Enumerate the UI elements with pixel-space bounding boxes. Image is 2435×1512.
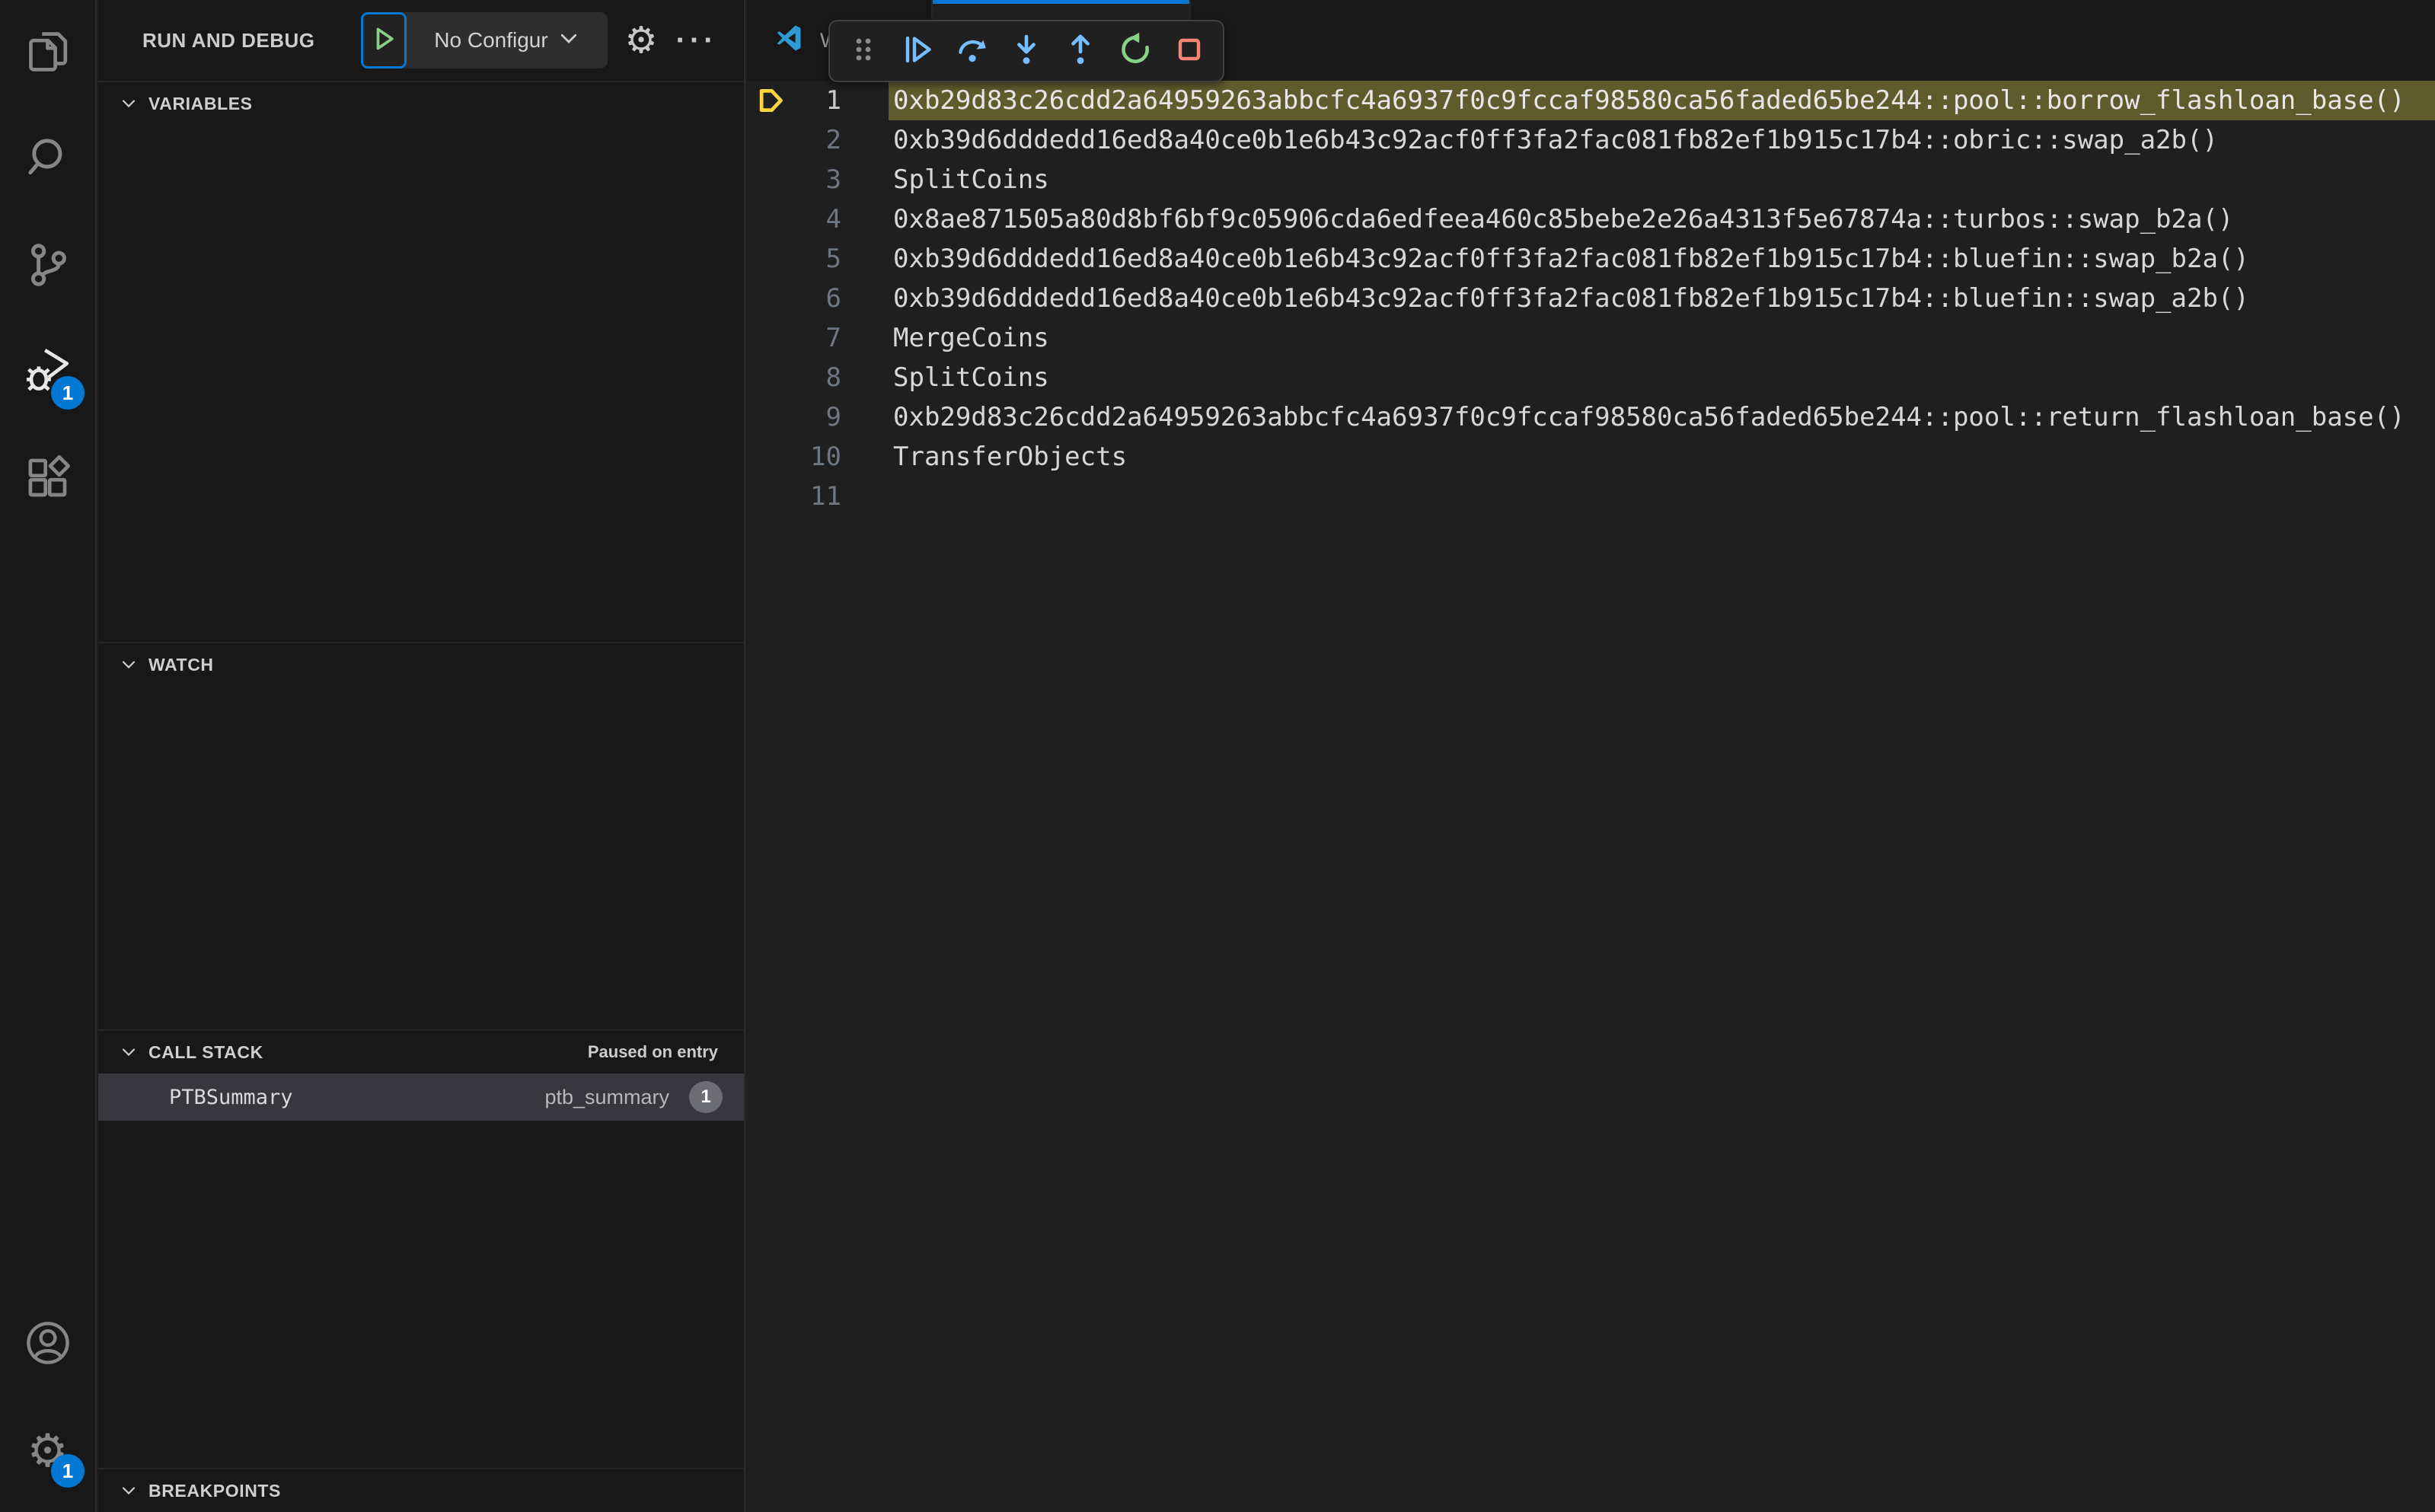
gripper-icon (845, 31, 882, 72)
line-number: 8 (825, 362, 841, 393)
chevron-down-icon (557, 27, 580, 55)
vscode-logo-icon (773, 22, 805, 59)
search-icon (23, 133, 73, 187)
activity-item-explorer[interactable] (0, 0, 95, 107)
activity-item-accounts[interactable] (0, 1291, 95, 1398)
line-number: 10 (810, 442, 841, 472)
debug-config-control: No Configur (361, 12, 608, 69)
code-line-9[interactable]: 9 0xb29d83c26cdd2a64959263abbcfc4a6937f0c… (747, 397, 2435, 437)
restart-icon (1117, 31, 1154, 72)
launch-settings-button[interactable]: ⚙ (622, 0, 660, 81)
activity-item-run-and-debug[interactable]: 1 (0, 320, 95, 426)
line-number: 11 (810, 481, 841, 512)
ellipsis-icon: ··· (675, 23, 718, 57)
code-text[interactable]: 0xb29d83c26cdd2a64959263abbcfc4a6937f0c9… (889, 81, 2435, 120)
step-over-icon (954, 31, 991, 72)
step-into-button[interactable] (1002, 27, 1051, 75)
line-number: 3 (825, 164, 841, 195)
chevron-down-icon (118, 93, 139, 114)
code-editor[interactable]: 1 0xb29d83c26cdd2a64959263abbcfc4a6937f0c… (747, 81, 2435, 1512)
activity-bar-top: 1 (0, 0, 95, 533)
code-text[interactable]: 0xb29d83c26cdd2a64959263abbcfc4a6937f0c9… (889, 397, 2435, 437)
toolbar-drag-handle[interactable] (839, 27, 888, 75)
continue-icon (899, 31, 936, 72)
code-text[interactable]: SplitCoins (889, 160, 2435, 199)
code-line-10[interactable]: 10 TransferObjects (747, 437, 2435, 477)
step-out-button[interactable] (1056, 27, 1105, 75)
config-dropdown[interactable]: No Configur (407, 12, 608, 69)
activity-item-settings[interactable]: ⚙ 1 (0, 1398, 95, 1504)
line-number: 6 (825, 283, 841, 314)
play-icon (369, 24, 399, 58)
line-number: 2 (825, 125, 841, 155)
restart-button[interactable] (1111, 27, 1160, 75)
chevron-down-icon (118, 1041, 139, 1063)
code-text[interactable]: 0xb39d6dddedd16ed8a40ce0b1e6b43c92acf0ff… (889, 279, 2435, 318)
account-icon (23, 1318, 73, 1372)
activity-bar: 1 ⚙ 1 (0, 0, 97, 1512)
chevron-down-icon (118, 1480, 139, 1501)
line-number: 9 (825, 402, 841, 432)
run-and-debug-sidebar: RUN AND DEBUG No Configur ⚙ ··· VARIABLE… (98, 0, 745, 1512)
section-watch[interactable]: WATCH (98, 642, 744, 686)
section-call-stack[interactable]: CALL STACK Paused on entry (98, 1029, 744, 1073)
activity-bar-bottom: ⚙ 1 (0, 1291, 95, 1512)
code-line-7[interactable]: 7 MergeCoins (747, 318, 2435, 358)
code-line-8[interactable]: 8 SplitCoins (747, 358, 2435, 397)
activity-item-extensions[interactable] (0, 426, 95, 533)
line-number: 1 (825, 85, 841, 116)
more-actions-button[interactable]: ··· (675, 0, 718, 81)
step-out-icon (1062, 31, 1099, 72)
watch-label: WATCH (148, 654, 214, 675)
code-text[interactable]: 0xb39d6dddedd16ed8a40ce0b1e6b43c92acf0ff… (889, 120, 2435, 160)
stop-button[interactable] (1165, 27, 1214, 75)
stack-frame-row[interactable]: PTBSummary ptb_summary 1 (98, 1073, 744, 1121)
frame-source: ptb_summary (544, 1085, 669, 1108)
line-number: 4 (825, 204, 841, 234)
config-dropdown-label: No Configur (434, 28, 548, 52)
breakpoints-label: BREAKPOINTS (148, 1480, 282, 1501)
line-number: 7 (825, 323, 841, 353)
step-into-icon (1008, 31, 1045, 72)
step-over-button[interactable] (948, 27, 997, 75)
call-stack-status: Paused on entry (587, 1042, 718, 1061)
code-text[interactable]: 0xb39d6dddedd16ed8a40ce0b1e6b43c92acf0ff… (889, 239, 2435, 279)
sidebar-title: RUN AND DEBUG (142, 28, 315, 52)
code-text[interactable]: TransferObjects (889, 437, 2435, 477)
frame-name: PTBSummary (169, 1085, 293, 1109)
code-line-3[interactable]: 3 SplitCoins (747, 160, 2435, 199)
sidebar-header: RUN AND DEBUG No Configur ⚙ ··· (98, 0, 744, 81)
editor-group: Welcome ptb_summary × 10xb29d83c26cdd2a6… (747, 0, 2435, 1512)
line-number: 5 (825, 244, 841, 274)
section-variables[interactable]: VARIABLES (98, 81, 744, 125)
frame-badge: 1 (689, 1081, 723, 1113)
extensions-icon (23, 453, 73, 507)
vscode-window: 1 ⚙ 1 RUN AND DEBUG No Configur ⚙ ··· VA… (0, 0, 2435, 1512)
activity-item-source-control[interactable] (0, 213, 95, 320)
code-line-1[interactable]: 1 0xb29d83c26cdd2a64959263abbcfc4a6937f0c… (747, 81, 2435, 120)
gear-icon: ⚙ (624, 19, 658, 62)
debug-toolbar (828, 20, 1224, 82)
activity-item-search[interactable] (0, 107, 95, 213)
variables-label: VARIABLES (148, 93, 253, 113)
debug-badge: 1 (51, 376, 85, 410)
settings-badge: 1 (51, 1454, 85, 1488)
explorer-icon (23, 27, 73, 81)
source-control-icon (23, 240, 73, 294)
start-debugging-button[interactable] (361, 12, 407, 69)
code-line-5[interactable]: 5 0xb39d6dddedd16ed8a40ce0b1e6b43c92acf0f… (747, 239, 2435, 279)
continue-button[interactable] (893, 27, 942, 75)
code-text[interactable]: 0x8ae871505a80d8bf6bf9c05906cda6edfeea46… (889, 199, 2435, 239)
code-text[interactable]: SplitCoins (889, 358, 2435, 397)
code-text[interactable]: MergeCoins (889, 318, 2435, 358)
code-line-6[interactable]: 6 0xb39d6dddedd16ed8a40ce0b1e6b43c92acf0f… (747, 279, 2435, 318)
section-breakpoints[interactable]: BREAKPOINTS (98, 1468, 744, 1512)
chevron-down-icon (118, 654, 139, 675)
code-line-4[interactable]: 4 0x8ae871505a80d8bf6bf9c05906cda6edfeea4… (747, 199, 2435, 239)
code-line-2[interactable]: 2 0xb39d6dddedd16ed8a40ce0b1e6b43c92acf0f… (747, 120, 2435, 160)
current-stack-frame-icon (747, 85, 794, 116)
call-stack-label: CALL STACK (148, 1041, 263, 1062)
stop-icon (1171, 31, 1208, 72)
code-line-11[interactable]: 11 (747, 477, 2435, 516)
